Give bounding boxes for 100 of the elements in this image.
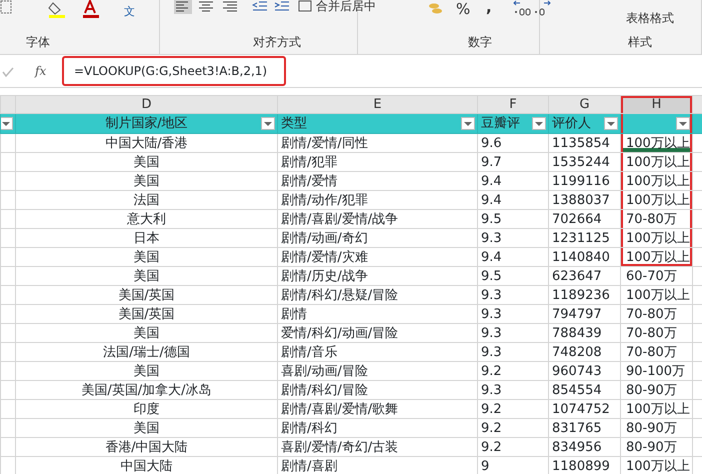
table-cell: 剧情/历史/战争 (281, 268, 368, 284)
table-cell: 美国 (134, 326, 160, 340)
table-cell: 9.4 (481, 192, 502, 208)
group-label: 字体 (26, 34, 50, 51)
comma-style-button[interactable]: , (486, 0, 492, 18)
table-cell[interactable]: 80-90万 (622, 438, 692, 456)
table-cell[interactable]: 100万以上 (622, 400, 692, 418)
table-cell: 788439 (552, 326, 602, 340)
table-cell: 9.5 (481, 212, 502, 226)
table-cell[interactable]: 100万以上 (622, 172, 692, 190)
table-cell[interactable]: 100万以上 (622, 248, 692, 266)
table-cell: 9.7 (481, 154, 502, 170)
table-cell: 剧情/科幻/悬疑/冒险 (281, 288, 398, 302)
table-cell: 剧情/科幻 (281, 420, 338, 436)
table-cell: 香港/中国大陆 (105, 440, 188, 454)
table-cell: 法国 (134, 192, 160, 208)
align-left-icon[interactable] (174, 0, 192, 14)
table-cell: 剧情/爱情 (281, 174, 338, 188)
table-cell[interactable]: 90-100万 (622, 362, 692, 380)
table-cell: 法国/瑞士/德国 (103, 344, 190, 360)
table-cell: 美国 (134, 174, 160, 188)
filter-dropdown-button[interactable] (604, 117, 618, 130)
column-letter[interactable]: H (620, 96, 692, 114)
merge-center-button[interactable]: 合并后居中 (298, 0, 376, 15)
table-cell: 意大利 (127, 212, 166, 226)
table-format-button[interactable]: 表格格式 (626, 9, 674, 27)
table-cell: 1074752 (552, 402, 610, 416)
table-cell: 喜剧/动画/冒险 (281, 364, 368, 378)
borders-icon[interactable] (0, 0, 12, 14)
table-cell: 1135854 (552, 136, 610, 150)
table-cell: 美国 (134, 268, 160, 284)
table-cell: 1180899 (552, 458, 610, 474)
table-cell: 854554 (552, 382, 602, 398)
increase-decimal-icon[interactable] (512, 0, 532, 16)
table-cell: 剧情 (281, 306, 307, 322)
table-cell[interactable]: 100万以上 (622, 192, 692, 208)
table-cell: 1231125 (552, 230, 610, 246)
table-cell[interactable]: 70-80万 (622, 306, 692, 322)
table-cell: 喜剧/爱情/奇幻/古装 (281, 440, 398, 454)
table-cell: 9.3 (481, 230, 502, 246)
filter-dropdown-button[interactable] (461, 117, 475, 130)
filter-dropdown-button[interactable] (2, 117, 13, 130)
table-cell: 美国/英国 (118, 306, 175, 322)
table-cell[interactable]: 60-70万 (622, 268, 692, 284)
table-cell: 美国/英国/加拿大/冰岛 (81, 382, 212, 398)
table-cell[interactable]: 80-90万 (622, 382, 692, 398)
table-cell: 爱情/科幻/动画/冒险 (281, 326, 398, 340)
table-cell: 日本 (134, 230, 160, 246)
table-cell[interactable]: 100万以上 (622, 458, 692, 474)
active-cell[interactable]: 100万以上 (622, 134, 692, 152)
group-label: 对齐方式 (253, 34, 301, 51)
column-letter[interactable]: F (478, 96, 548, 114)
filter-dropdown-button[interactable] (676, 117, 690, 130)
column-letter[interactable]: E (278, 96, 478, 114)
group-label: 样式 (628, 34, 652, 51)
table-cell: 剧情/动画/奇幻 (281, 230, 368, 246)
column-letter[interactable]: D (16, 96, 278, 114)
table-cell: 960743 (552, 364, 602, 378)
decrease-decimal-icon[interactable] (532, 0, 552, 16)
table-cell: 美国 (134, 420, 160, 436)
table-cell: 1140840 (552, 250, 610, 264)
table-cell: 9.5 (481, 268, 502, 284)
table-cell: 美国 (134, 364, 160, 378)
table-cell: 美国/英国 (118, 288, 175, 302)
checkmark-icon[interactable] (2, 67, 14, 77)
table-cell: 剧情/爱情/灾难 (281, 250, 368, 264)
table-cell: 9.2 (481, 440, 502, 454)
table-cell[interactable]: 80-90万 (622, 420, 692, 436)
phonetic-guide-button[interactable]: 文 (124, 4, 135, 20)
percent-style-button[interactable]: % (456, 0, 470, 20)
table-cell: 美国 (134, 154, 160, 170)
table-cell: 9.2 (481, 364, 502, 378)
table-cell[interactable]: 70-80万 (622, 344, 692, 360)
table-cell: 中国大陆 (120, 458, 172, 474)
table-cell: 623647 (552, 268, 602, 284)
table-cell[interactable]: 100万以上 (622, 230, 692, 246)
insert-function-button[interactable]: fx (35, 62, 46, 80)
table-cell: 剧情/音乐 (281, 344, 338, 360)
table-cell: 美国 (134, 250, 160, 264)
table-cell[interactable]: 70-80万 (622, 324, 692, 342)
table-cell: 702664 (552, 212, 602, 226)
header-cell: 类型 (281, 116, 307, 131)
column-letter[interactable]: G (548, 96, 620, 114)
header-cell: 评价人 (552, 116, 591, 131)
filter-dropdown-button[interactable] (532, 117, 546, 130)
font-color-icon[interactable] (80, 0, 102, 18)
table-cell: 剧情/爱情/同性 (281, 136, 368, 150)
table-cell[interactable]: 100万以上 (622, 286, 692, 304)
header-cell: 豆瓣评 (481, 116, 520, 131)
table-cell: 1189236 (552, 288, 610, 302)
formula-field[interactable]: =VLOOKUP(G:G,Sheet3!A:B,2,1) (62, 56, 286, 86)
align-center-icon[interactable] (198, 0, 214, 14)
table-cell: 9 (481, 458, 490, 474)
table-cell: 剧情/喜剧 (281, 458, 338, 474)
table-cell: 9.2 (481, 402, 502, 416)
table-cell: 剧情/喜剧/爱情/歌舞 (281, 402, 398, 416)
filter-dropdown-button[interactable] (261, 117, 275, 130)
align-right-icon[interactable] (222, 0, 238, 14)
table-cell[interactable]: 100万以上 (622, 154, 692, 170)
table-cell[interactable]: 70-80万 (622, 210, 692, 228)
